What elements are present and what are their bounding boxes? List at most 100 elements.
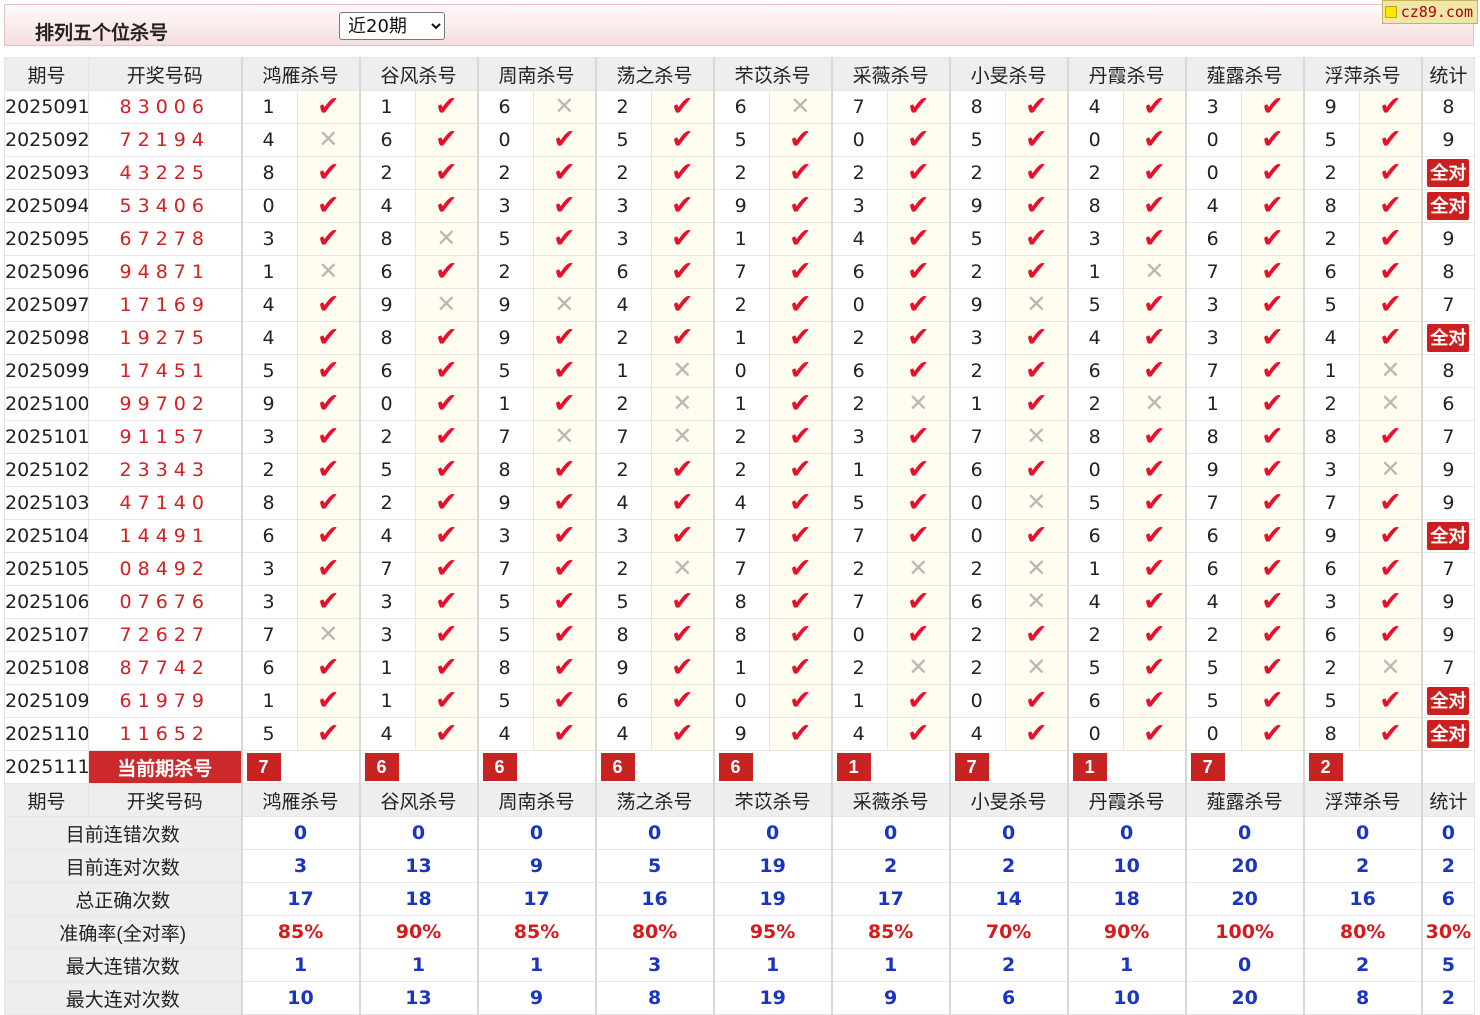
kill-number-cell: 7 bbox=[476, 420, 535, 454]
check-icon: ✔ bbox=[1261, 619, 1284, 649]
period-cell: 2025101 bbox=[4, 420, 89, 454]
period-cell: 2025103 bbox=[4, 486, 89, 520]
result-cell: ✕ bbox=[1005, 486, 1069, 520]
stats-value: 90% bbox=[358, 915, 479, 949]
result-cell: ✔ bbox=[1123, 585, 1187, 619]
check-icon: ✔ bbox=[552, 487, 576, 517]
stats-value: 10 bbox=[1066, 849, 1187, 883]
kill-number-cell: 2 bbox=[358, 156, 417, 190]
result-cell: ✔ bbox=[1005, 222, 1069, 256]
stats-value: 0 bbox=[712, 816, 833, 850]
stat-cell: 9 bbox=[1420, 486, 1476, 520]
kill-number-cell: 6 bbox=[948, 453, 1007, 487]
kill-number-cell: 1 bbox=[240, 90, 298, 124]
all-correct-badge: 全对 bbox=[1427, 159, 1470, 187]
result-cell: ✔ bbox=[415, 552, 479, 586]
stat-cell: 全对 bbox=[1420, 717, 1476, 751]
kill-number-cell: 7 bbox=[830, 585, 889, 619]
stats-value: 1 bbox=[476, 948, 597, 982]
stats-value: 17 bbox=[240, 882, 361, 916]
table-row: 2025096 94871 1 ✕ 6 ✔ 2 ✔ 6 ✔ 7 ✔ 6 ✔ 2 ✔ 1 ✕ 7 ✔ 6 ✔ 8 bbox=[4, 255, 1476, 289]
result-cell: ✔ bbox=[887, 189, 951, 223]
kill-number-cell: 7 bbox=[830, 519, 889, 553]
cross-icon: ✕ bbox=[1144, 257, 1165, 285]
check-icon: ✔ bbox=[670, 190, 694, 220]
kill-number-cell: 0 bbox=[476, 123, 535, 157]
check-icon: ✔ bbox=[1143, 718, 1166, 748]
result-cell: ✔ bbox=[1359, 420, 1423, 454]
stats-value: 0 bbox=[948, 816, 1069, 850]
result-cell: ✔ bbox=[1359, 552, 1423, 586]
kill-number-cell: 4 bbox=[1184, 585, 1243, 619]
check-icon: ✔ bbox=[1025, 190, 1048, 220]
stats-value: 8 bbox=[1302, 981, 1423, 1015]
result-cell: ✔ bbox=[887, 585, 951, 619]
kill-number-cell: 0 bbox=[830, 618, 889, 652]
result-cell: ✔ bbox=[1005, 321, 1069, 355]
header-expert: 薤露杀号 bbox=[1184, 57, 1305, 91]
result-cell: ✔ bbox=[887, 222, 951, 256]
stats-value: 14 bbox=[948, 882, 1069, 916]
kill-number-cell: 2 bbox=[594, 90, 653, 124]
result-cell: ✕ bbox=[533, 420, 597, 454]
period-cell: 2025097 bbox=[4, 288, 89, 322]
result-cell: ✔ bbox=[651, 486, 715, 520]
cross-icon: ✕ bbox=[1380, 455, 1401, 483]
result-cell: ✔ bbox=[533, 189, 597, 223]
check-icon: ✔ bbox=[1143, 685, 1166, 715]
kill-number-cell: 7 bbox=[594, 420, 653, 454]
draw-number-cell: 67278 bbox=[88, 222, 242, 256]
result-cell: ✔ bbox=[1241, 387, 1305, 421]
kill-number-cell: 2 bbox=[594, 156, 653, 190]
header-expert: 采薇杀号 bbox=[830, 783, 951, 817]
result-cell: ✔ bbox=[887, 453, 951, 487]
cross-icon: ✕ bbox=[908, 389, 929, 417]
kill-number-cell: 4 bbox=[830, 717, 889, 751]
result-cell: ✔ bbox=[533, 684, 597, 718]
result-cell: ✔ bbox=[296, 321, 361, 355]
current-kill-cell: 2 bbox=[1302, 750, 1423, 784]
kill-number-cell: 4 bbox=[358, 717, 417, 751]
site-badge[interactable]: cz89.com bbox=[1381, 0, 1478, 24]
result-cell: ✔ bbox=[769, 222, 833, 256]
kill-number-cell: 8 bbox=[240, 156, 298, 190]
draw-number-cell: 14491 bbox=[88, 519, 242, 553]
check-icon: ✔ bbox=[670, 652, 694, 682]
check-icon: ✔ bbox=[1143, 586, 1166, 616]
kill-number-cell: 7 bbox=[712, 552, 771, 586]
result-cell: ✔ bbox=[1241, 486, 1305, 520]
result-cell: ✔ bbox=[887, 255, 951, 289]
check-icon: ✔ bbox=[1025, 388, 1048, 418]
result-cell: ✔ bbox=[887, 618, 951, 652]
kill-number-cell: 8 bbox=[594, 618, 653, 652]
check-icon: ✔ bbox=[670, 487, 694, 517]
kill-number-cell: 4 bbox=[358, 519, 417, 553]
kill-number-cell: 1 bbox=[830, 684, 889, 718]
current-kill-badge: 7 bbox=[1190, 753, 1225, 781]
stats-value: 19 bbox=[712, 882, 833, 916]
kill-number-cell: 5 bbox=[1302, 684, 1361, 718]
cross-icon: ✕ bbox=[1380, 389, 1401, 417]
result-cell: ✔ bbox=[1359, 585, 1423, 619]
stats-value: 20 bbox=[1184, 849, 1305, 883]
kill-number-cell: 0 bbox=[1184, 123, 1243, 157]
kill-number-cell: 6 bbox=[358, 354, 417, 388]
result-cell: ✔ bbox=[651, 453, 715, 487]
stat-cell: 9 bbox=[1420, 618, 1476, 652]
cross-icon: ✕ bbox=[1026, 422, 1047, 450]
kill-number-cell: 5 bbox=[358, 453, 417, 487]
stats-value: 10 bbox=[1066, 981, 1187, 1015]
kill-number-cell: 4 bbox=[240, 288, 298, 322]
period-cell: 2025110 bbox=[4, 717, 89, 751]
check-icon: ✔ bbox=[1025, 256, 1048, 286]
check-icon: ✔ bbox=[789, 553, 812, 583]
check-icon: ✔ bbox=[1025, 91, 1048, 121]
check-icon: ✔ bbox=[1379, 586, 1402, 616]
check-icon: ✔ bbox=[1143, 553, 1166, 583]
stats-row: 准确率(全对率) 85% 90% 85% 80% 95% 85% 70% 90% 100% 80% 3… bbox=[4, 915, 1476, 949]
kill-number-cell: 9 bbox=[1302, 519, 1361, 553]
kill-number-cell: 7 bbox=[712, 255, 771, 289]
check-icon: ✔ bbox=[1261, 223, 1284, 253]
period-select[interactable]: 近20期 bbox=[339, 12, 445, 40]
stat-cell: 8 bbox=[1420, 255, 1476, 289]
